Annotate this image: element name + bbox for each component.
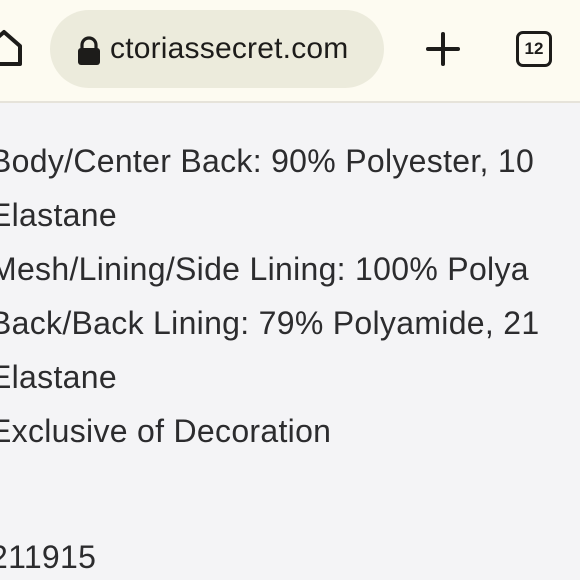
page-content: Body/Center Back: 90% Polyester, 10 Elas… — [0, 105, 580, 580]
material-line-elastane-1: Elastane — [0, 197, 117, 233]
tab-switcher-button[interactable]: 12 — [516, 31, 552, 67]
url-text: ctoriassecret.com — [110, 32, 349, 65]
lock-icon — [78, 36, 100, 65]
material-line-body: Body/Center Back: 90% Polyester, 10 — [0, 143, 535, 179]
material-line-exclusive: Exclusive of Decoration — [0, 413, 332, 449]
style-number: 211915 — [0, 539, 97, 575]
home-button[interactable] — [0, 26, 24, 70]
material-line-back: Back/Back Lining: 79% Polyamide, 21 — [0, 305, 540, 341]
address-bar[interactable]: ctoriassecret.com — [50, 10, 384, 88]
material-line-elastane-2: Elastane — [0, 359, 117, 395]
home-icon — [0, 30, 22, 66]
browser-toolbar: ctoriassecret.com 12 — [0, 0, 580, 103]
tab-count: 12 — [524, 39, 544, 58]
material-line-mesh: Mesh/Lining/Side Lining: 100% Polya — [0, 251, 529, 287]
plus-icon — [426, 32, 460, 66]
new-tab-button[interactable] — [424, 30, 462, 68]
